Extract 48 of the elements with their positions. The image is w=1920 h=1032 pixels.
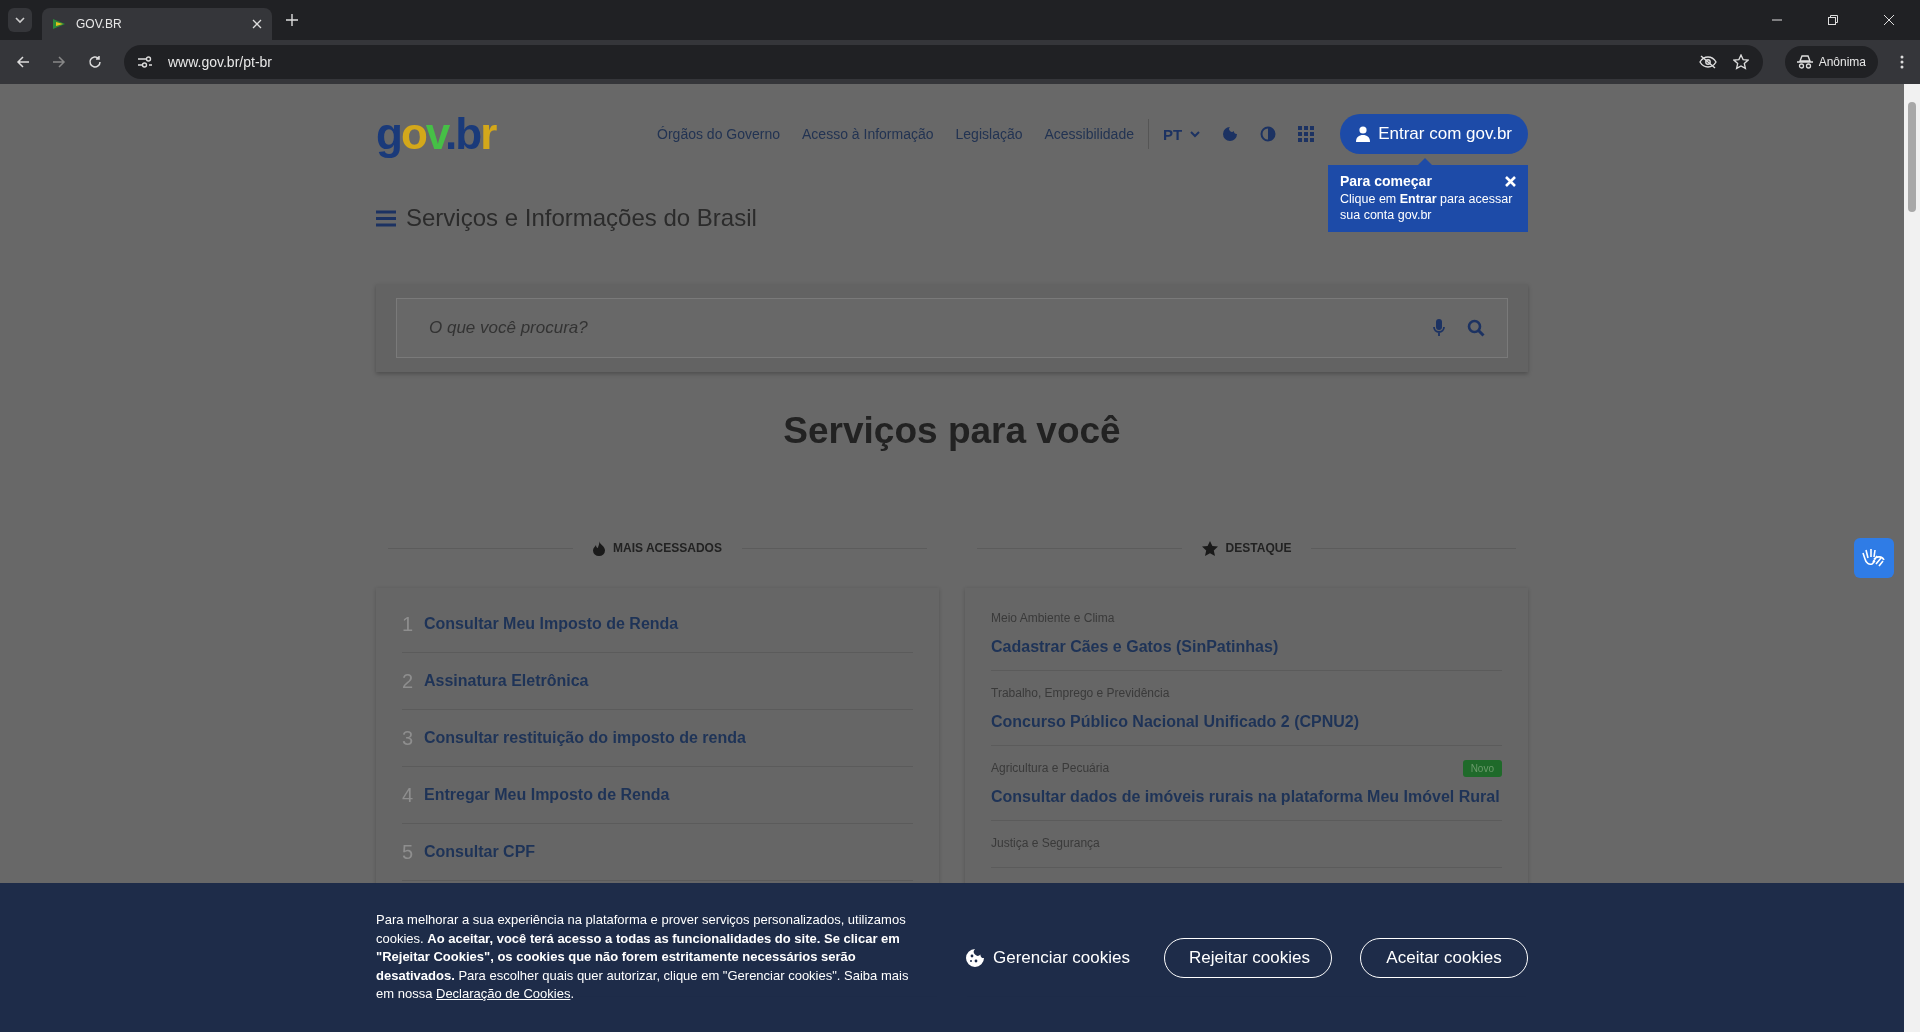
manage-cookies-button[interactable]: Gerenciar cookies bbox=[959, 946, 1136, 969]
new-badge: Novo bbox=[1462, 759, 1502, 777]
browser-tab[interactable]: GOV.BR bbox=[42, 8, 272, 40]
forward-icon[interactable] bbox=[52, 55, 66, 69]
incognito-icon bbox=[1796, 55, 1813, 69]
reload-icon[interactable] bbox=[88, 55, 102, 69]
sign-language-button[interactable] bbox=[1854, 538, 1894, 578]
incognito-profile-button[interactable]: Anônima bbox=[1784, 46, 1878, 78]
back-icon[interactable] bbox=[16, 55, 30, 69]
user-icon bbox=[1356, 126, 1371, 142]
language-selector[interactable]: PT bbox=[1163, 125, 1201, 143]
nav-link[interactable]: Acessibilidade bbox=[1044, 126, 1134, 142]
more-options-icon[interactable] bbox=[1900, 55, 1904, 69]
section-heading: MAIS ACESSADOS bbox=[613, 541, 722, 555]
nav-link[interactable]: Legislação bbox=[955, 126, 1023, 142]
scrollbar[interactable] bbox=[1904, 84, 1920, 1032]
service-link[interactable]: Consultar CPF bbox=[424, 843, 536, 861]
caret-icon bbox=[1190, 130, 1201, 138]
tooltip-title: Para começar bbox=[1340, 173, 1432, 189]
service-link[interactable]: Consultar dados de imóveis rurais na plataforma Meu Imóvel Rural bbox=[991, 788, 1502, 806]
service-link[interactable]: Cadastrar Cães e Gatos (SinPatinhas) bbox=[991, 638, 1502, 656]
section-heading: DESTAQUE bbox=[1225, 541, 1292, 555]
nav-link[interactable]: Órgãos do Governo bbox=[657, 126, 781, 142]
service-link[interactable]: Concurso Público Nacional Unificado 2 (CPNU2) bbox=[991, 713, 1502, 731]
eye-slash-icon[interactable] bbox=[1698, 55, 1717, 69]
tab-list-button[interactable] bbox=[8, 8, 32, 32]
login-button[interactable]: Entrar com gov.br bbox=[1340, 114, 1528, 154]
star-icon bbox=[1201, 540, 1218, 556]
service-link[interactable]: Consultar Meu Imposto de Renda bbox=[424, 615, 679, 633]
hands-icon bbox=[1862, 547, 1886, 569]
cookie-icon bbox=[965, 947, 985, 968]
fire-icon bbox=[593, 540, 606, 556]
nav-link[interactable]: Acesso à Informação bbox=[802, 126, 934, 142]
service-link[interactable]: Consultar restituição do imposto de renda bbox=[424, 729, 746, 747]
cookie-notice-text: Para melhorar a sua experiência na plataforma e prover serviços personalizados, utilizamos cookies. Ao aceitar, você terá acesso a todas as funcionalidades do site. Se clicar em "Rejeitar Cookies", os cookies que não forem estritamente necessários serão desativados. Para escolher quais quer autorizar, clique em "Gerenciar cookies". Saiba mais em nossa Declaração de Cookies. bbox=[376, 911, 910, 1004]
site-settings-icon[interactable] bbox=[138, 56, 152, 68]
close-icon[interactable] bbox=[1884, 15, 1894, 25]
caret-icon bbox=[14, 14, 26, 26]
section-title: Serviços para você bbox=[782, 410, 1122, 452]
tooltip-text: Clique em Entrar para acessar sua conta gov.br bbox=[1340, 191, 1514, 223]
star-icon[interactable] bbox=[1732, 54, 1749, 70]
service-link[interactable]: Assinatura Eletrônica bbox=[424, 672, 589, 690]
restore-icon[interactable] bbox=[1828, 15, 1838, 25]
service-link[interactable]: Entregar Meu Imposto de Renda bbox=[424, 786, 670, 804]
close-icon[interactable] bbox=[252, 19, 262, 29]
site-title: Serviços e Informações do Brasil bbox=[406, 204, 757, 232]
address-bar[interactable]: www.gov.br/pt-br bbox=[124, 45, 1763, 79]
new-tab-icon[interactable] bbox=[286, 14, 298, 26]
